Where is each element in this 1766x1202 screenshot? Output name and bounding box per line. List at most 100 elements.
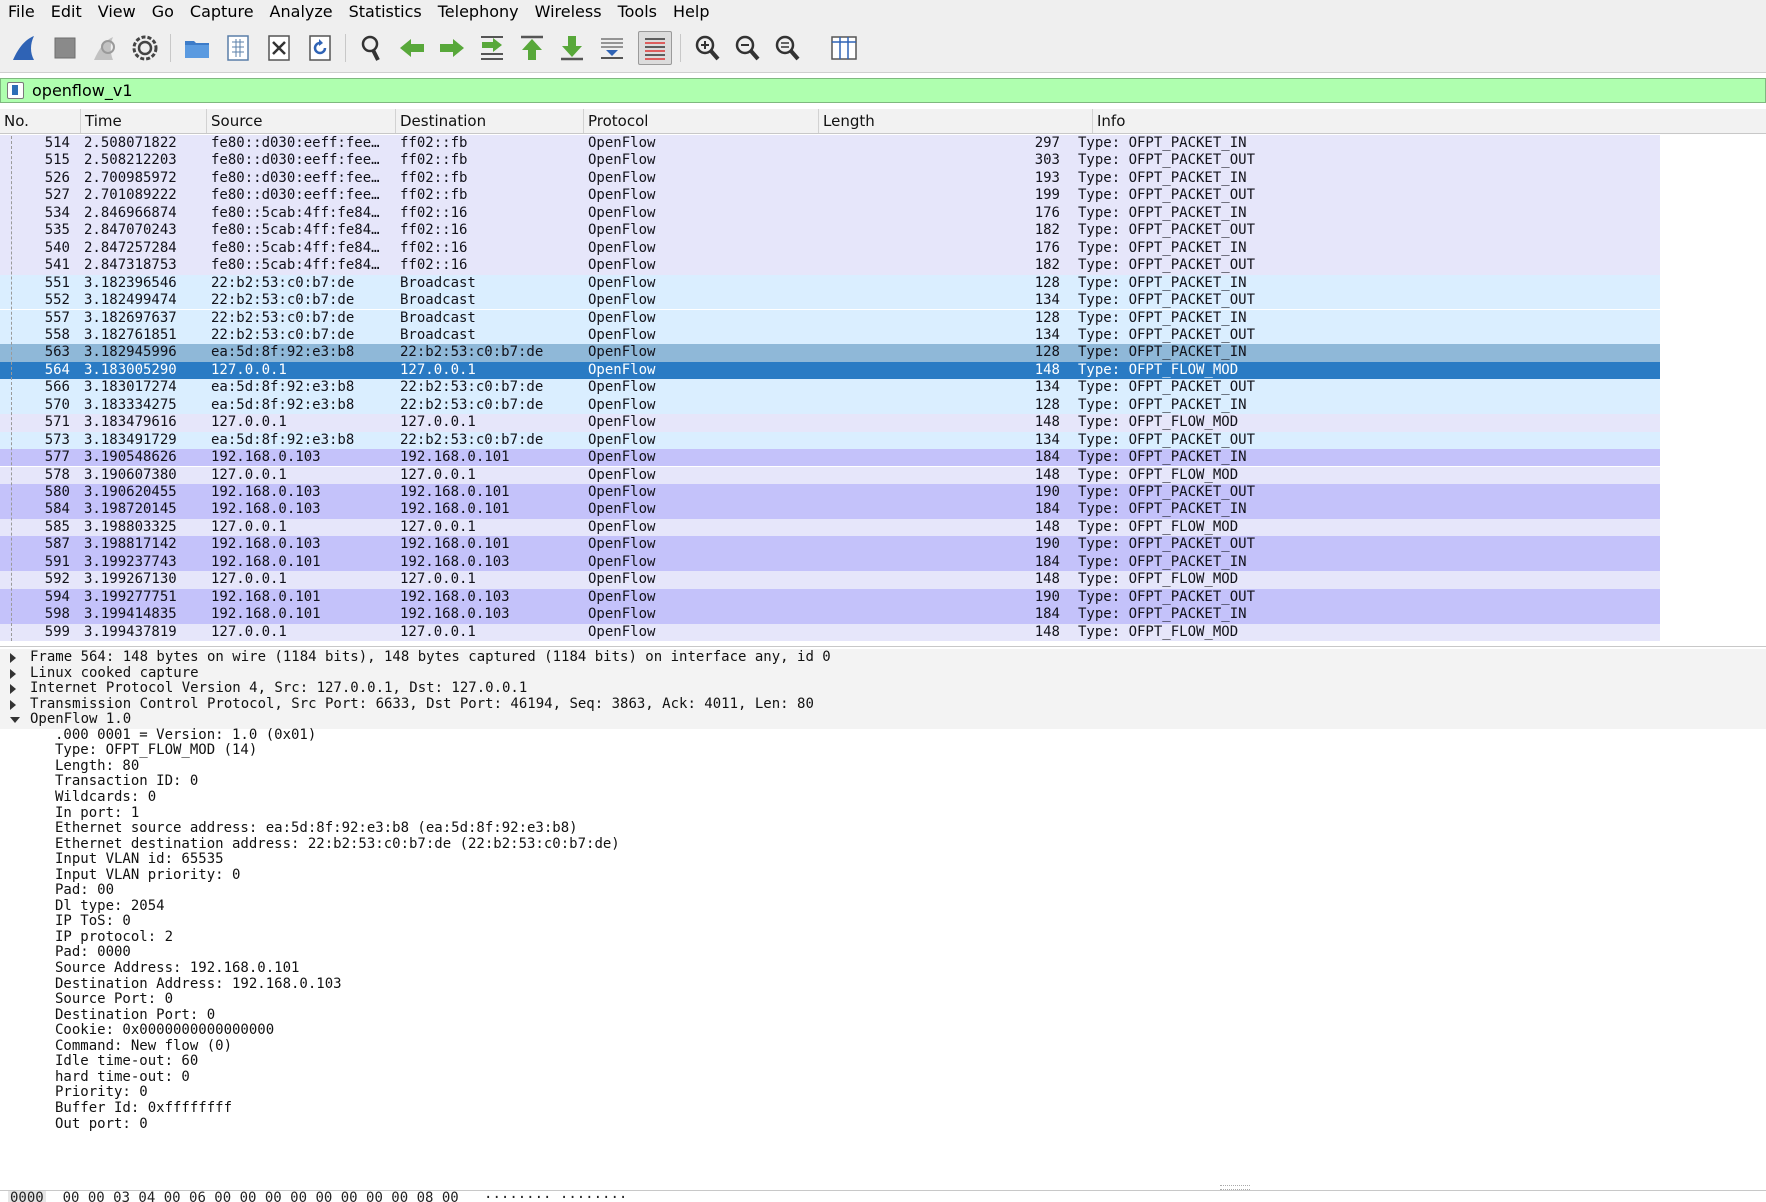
normal-size-button[interactable] (770, 31, 804, 65)
packet-row[interactable]: 514 2.508071822 fe80::d030:eeff:fee… ff02::… (0, 135, 1660, 153)
packet-row[interactable]: 558 3.182761851 22:b2:53:c0:b7:de Broadcast… (0, 326, 1660, 345)
close-file-button[interactable] (262, 31, 296, 65)
restart-capture-button[interactable] (88, 31, 122, 65)
packet-row[interactable]: 563 3.182945996 ea:5d:8f:92:e3:b8 22:b2:53:… (0, 344, 1660, 362)
packet-row[interactable]: 557 3.182697637 22:b2:53:c0:b7:de Broadcast… (0, 309, 1660, 327)
menu-tools[interactable]: Tools (610, 1, 665, 23)
packet-row[interactable]: 594 3.199277751 192.168.0.101 192.168.0.103… (0, 588, 1660, 607)
menu-file[interactable]: File (0, 1, 43, 23)
packet-row[interactable]: 515 2.508212203 fe80::d030:eeff:fee… ff02::… (0, 152, 1660, 170)
expander-right-icon[interactable] (10, 684, 16, 695)
packet-row[interactable]: 566 3.183017274 ea:5d:8f:92:e3:b8 22:b2:53:… (0, 379, 1660, 397)
packet-no: 552 (44, 292, 70, 309)
packet-time: 3.199277751 (84, 588, 177, 605)
packet-time: 2.700985972 (84, 169, 177, 186)
menu-go[interactable]: Go (144, 1, 182, 23)
packet-row[interactable]: 577 3.190548626 192.168.0.103 192.168.0.101… (0, 449, 1660, 467)
menu-capture[interactable]: Capture (182, 1, 262, 23)
packet-destination: 127.0.0.1 (400, 361, 476, 378)
column-header-source[interactable]: Source (207, 109, 396, 133)
packet-row[interactable]: 592 3.199267130 127.0.0.1 127.0.0.1 OpenFlow… (0, 571, 1660, 589)
packet-no: 578 (44, 466, 70, 483)
column-header-destination[interactable]: Destination (396, 109, 584, 133)
packet-source: ea:5d:8f:92:e3:b8 (211, 431, 355, 448)
packet-no: 592 (44, 571, 70, 588)
packet-source: 22:b2:53:c0:b7:de (211, 309, 355, 326)
packet-row[interactable]: 591 3.199237743 192.168.0.101 192.168.0.103… (0, 553, 1660, 572)
packet-row[interactable]: 535 2.847070243 fe80::5cab:4ff:fe84… ff02::… (0, 222, 1660, 240)
packet-row[interactable]: 578 3.190607380 127.0.0.1 127.0.0.1 OpenFlow… (0, 466, 1660, 484)
packet-row[interactable]: 584 3.198720145 192.168.0.103 192.168.0.101… (0, 501, 1660, 519)
packet-row[interactable]: 587 3.198817142 192.168.0.103 192.168.0.101… (0, 536, 1660, 554)
menu-wireless[interactable]: Wireless (527, 1, 610, 23)
go-forward-button[interactable] (435, 31, 469, 65)
filter-bookmark-icon[interactable] (7, 82, 24, 99)
capture-options-button[interactable] (128, 31, 162, 65)
auto-scroll-button[interactable] (595, 31, 629, 65)
menu-analyze[interactable]: Analyze (262, 1, 341, 23)
expander-right-icon[interactable] (10, 668, 16, 679)
packet-info: Type: OFPT_PACKET_OUT (1078, 588, 1256, 605)
zoom-in-button[interactable] (690, 31, 724, 65)
display-filter-bar[interactable]: openflow_v1 (0, 78, 1766, 103)
menu-telephony[interactable]: Telephony (430, 1, 527, 23)
go-back-button[interactable] (395, 31, 429, 65)
menu-help[interactable]: Help (665, 1, 717, 23)
stop-capture-button[interactable] (48, 31, 82, 65)
expander-right-icon[interactable] (10, 653, 16, 663)
packet-bytes-pane[interactable]: 0000 00 00 03 04 00 06 00 00 00 00 00 00… (0, 1190, 1766, 1202)
last-packet-button[interactable] (555, 31, 589, 65)
packet-row[interactable]: 580 3.190620455 192.168.0.103 192.168.0.101… (0, 484, 1660, 502)
colorize-button[interactable] (638, 31, 672, 65)
first-packet-button[interactable] (515, 31, 549, 65)
column-header-length[interactable]: Length (819, 109, 1093, 133)
packet-destination: ff02::16 (400, 239, 468, 256)
find-packet-button[interactable] (355, 31, 389, 65)
packet-destination: 22:b2:53:c0:b7:de (400, 379, 544, 396)
packet-row[interactable]: 585 3.198803325 127.0.0.1 127.0.0.1 OpenFlow… (0, 518, 1660, 537)
save-file-button[interactable] (221, 31, 255, 65)
packet-row[interactable]: 526 2.700985972 fe80::d030:eeff:fee… ff02::… (0, 169, 1660, 188)
column-header-no[interactable]: No. (0, 109, 81, 133)
reload-icon (309, 35, 331, 61)
packet-row[interactable]: 534 2.846966874 fe80::5cab:4ff:fe84… ff02::… (0, 204, 1660, 223)
packet-row[interactable]: 599 3.199437819 127.0.0.1 127.0.0.1 OpenFlow… (0, 623, 1660, 641)
packet-row[interactable]: 573 3.183491729 ea:5d:8f:92:e3:b8 22:b2:53:… (0, 431, 1660, 450)
packet-row[interactable]: 551 3.182396546 22:b2:53:c0:b7:de Broadcast… (0, 274, 1660, 292)
packet-protocol: OpenFlow (588, 431, 656, 448)
column-header-time[interactable]: Time (81, 109, 207, 133)
packet-list[interactable]: No. Time Source Destination Protocol Len… (0, 109, 1766, 642)
start-capture-button[interactable] (8, 31, 42, 65)
resize-columns-button[interactable] (827, 31, 861, 65)
packet-destination: 192.168.0.103 (400, 606, 510, 623)
go-to-packet-button[interactable] (475, 31, 509, 65)
column-header-protocol[interactable]: Protocol (584, 109, 819, 133)
packet-row[interactable]: 552 3.182499474 22:b2:53:c0:b7:de Broadcast… (0, 292, 1660, 310)
packet-no: 573 (44, 431, 70, 448)
packet-source: 192.168.0.103 (211, 449, 321, 466)
menu-view[interactable]: View (90, 1, 144, 23)
menu-statistics[interactable]: Statistics (341, 1, 430, 23)
packet-row[interactable]: 527 2.701089222 fe80::d030:eeff:fee… ff02::… (0, 187, 1660, 205)
reload-file-button[interactable] (303, 31, 337, 65)
packet-row-selected[interactable]: 564 3.183005290 127.0.0.1 127.0.0.1 OpenFlow… (0, 361, 1660, 380)
zoom-out-button[interactable] (730, 31, 764, 65)
column-header-info[interactable]: Info (1093, 109, 1766, 133)
display-filter-input[interactable]: openflow_v1 (32, 80, 133, 101)
packet-row[interactable]: 571 3.183479616 127.0.0.1 127.0.0.1 OpenFlow… (0, 414, 1660, 432)
open-file-button[interactable] (180, 31, 214, 65)
detail-field[interactable]: Out port: 0 (0, 1116, 1766, 1134)
packet-time: 3.190548626 (84, 449, 177, 466)
packet-row[interactable]: 570 3.183334275 ea:5d:8f:92:e3:b8 22:b2:53:… (0, 396, 1660, 415)
packet-row[interactable]: 598 3.199414835 192.168.0.101 192.168.0.103… (0, 606, 1660, 624)
packet-source: fe80::d030:eeff:fee… (211, 152, 380, 169)
packet-destination: ff02::fb (400, 152, 468, 169)
packet-row[interactable]: 541 2.847318753 fe80::5cab:4ff:fe84… ff02::… (0, 257, 1660, 275)
packet-row[interactable]: 540 2.847257284 fe80::5cab:4ff:fe84… ff02::… (0, 239, 1660, 258)
expander-right-icon[interactable] (10, 699, 16, 710)
packet-time: 3.182697637 (84, 309, 177, 326)
packet-destination: ff02::16 (400, 204, 468, 221)
packet-details-pane[interactable]: Frame 564: 148 bytes on wire (1184 bits)… (0, 646, 1766, 1188)
expander-down-icon[interactable] (10, 717, 20, 724)
menu-edit[interactable]: Edit (43, 1, 90, 23)
